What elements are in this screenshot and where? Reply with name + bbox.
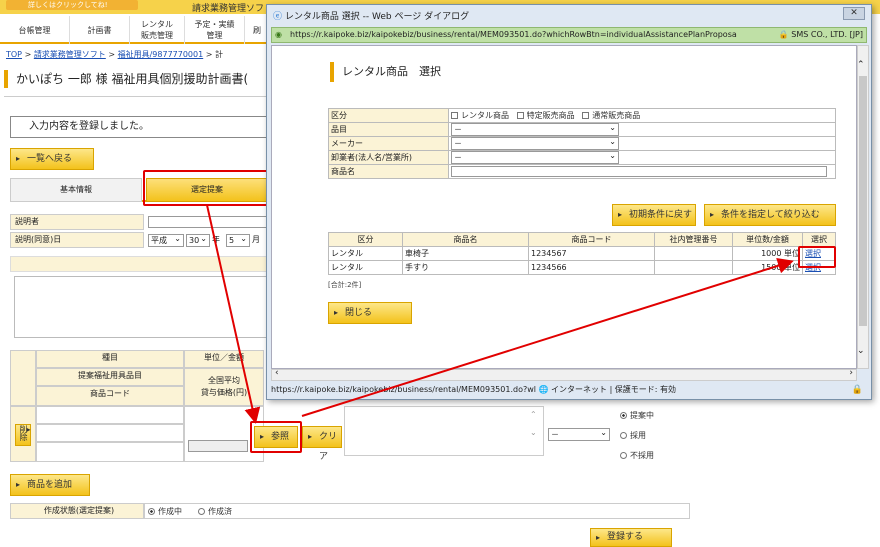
arrow-ref-to-select xyxy=(301,257,794,417)
arrow-tab-to-ref xyxy=(206,204,261,424)
annotation-arrows xyxy=(206,204,794,424)
